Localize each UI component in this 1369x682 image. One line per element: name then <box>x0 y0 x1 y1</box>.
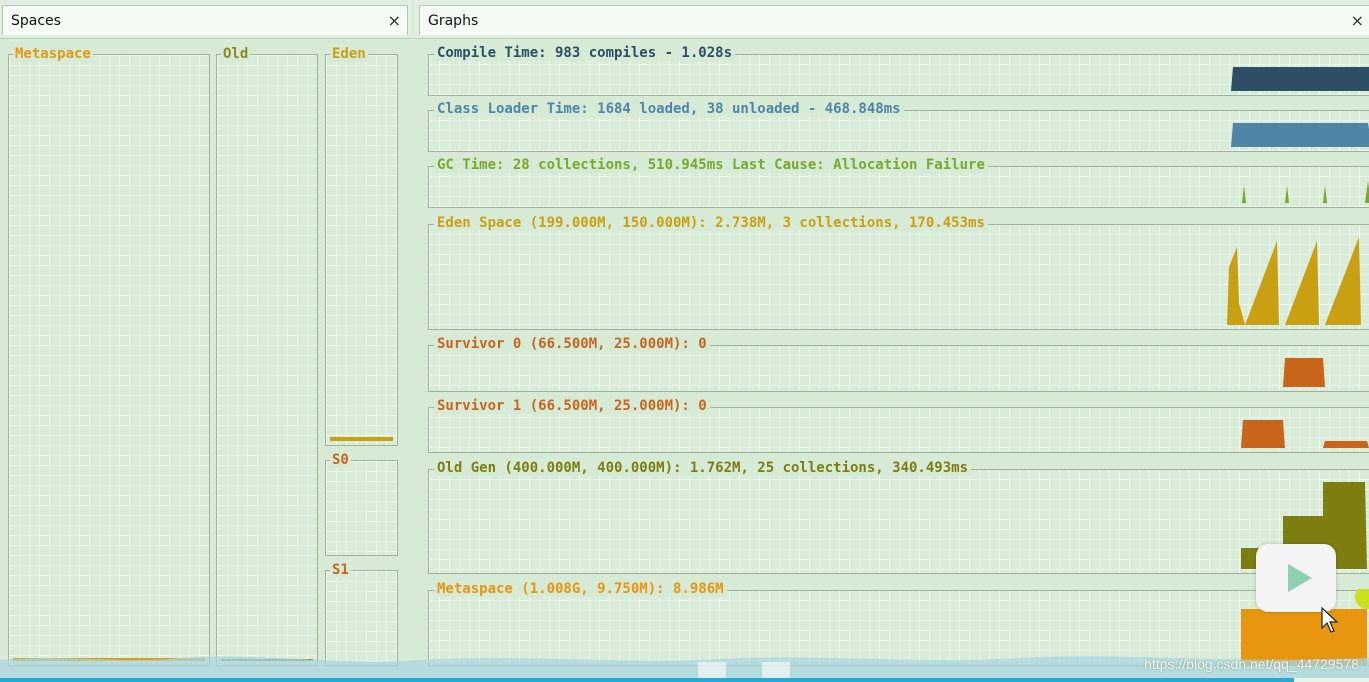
highlight-dot <box>1355 589 1369 609</box>
graph-survivor-0: Survivor 0 (66.500M, 25.000M): 0 <box>428 336 1369 392</box>
gc-spike <box>1365 181 1369 203</box>
close-icon[interactable]: × <box>1351 6 1364 36</box>
tab-spaces-label: Spaces <box>11 13 61 29</box>
eden-space: Eden <box>325 46 398 446</box>
graph-compile-title: Compile Time: 983 compiles - 1.028s <box>434 45 736 61</box>
metaspace-space-label: Metaspace <box>13 46 93 62</box>
classloader-time-plot <box>1231 123 1369 147</box>
graph-metaspace-title: Metaspace (1.008G, 9.750M): 8.986M <box>434 581 727 597</box>
eden-sawtooth <box>1245 241 1279 325</box>
watermark-text: https://blog.csdn.net/qq_44729578 <box>1144 656 1359 672</box>
s0-space-label: S0 <box>330 452 351 468</box>
graph-s0-title: Survivor 0 (66.500M, 25.000M): 0 <box>434 336 710 352</box>
survivor-1-plot <box>1241 420 1369 448</box>
graph-classloader-time: Class Loader Time: 1684 loaded, 38 unloa… <box>428 101 1369 152</box>
graph-old-title: Old Gen (400.000M, 400.000M): 1.762M, 25… <box>434 460 972 476</box>
graph-s1-title: Survivor 1 (66.500M, 25.000M): 0 <box>434 398 710 414</box>
video-progress-bar[interactable] <box>0 678 1369 682</box>
play-button[interactable] <box>1256 543 1336 612</box>
play-icon <box>1273 543 1319 592</box>
compile-time-plot <box>1231 67 1369 91</box>
gc-spike <box>1285 185 1289 203</box>
eden-fill-bar <box>330 437 393 441</box>
gc-spike <box>1242 185 1246 203</box>
tab-graphs[interactable]: Graphs × <box>419 5 1369 35</box>
graph-eden-space: Eden Space (199.000M, 150.000M): 2.738M,… <box>428 215 1369 330</box>
tab-graphs-label: Graphs <box>428 13 479 29</box>
graph-survivor-1: Survivor 1 (66.500M, 25.000M): 0 <box>428 398 1369 453</box>
survivor-0-block <box>1283 358 1325 387</box>
survivor-0-plot <box>1283 358 1325 387</box>
eden-sawtooth <box>1285 241 1319 325</box>
spaces-tabbar: Spaces × <box>0 0 412 39</box>
metaspace-space: Metaspace <box>8 46 210 666</box>
graph-compile-time: Compile Time: 983 compiles - 1.028s <box>428 45 1369 96</box>
eden-sawtooth <box>1325 237 1361 325</box>
compile-time-area <box>1231 67 1369 91</box>
graphs-tabbar: Graphs × <box>414 0 1369 39</box>
graph-gc-time: GC Time: 28 collections, 510.945ms Last … <box>428 157 1369 208</box>
s1-space-label: S1 <box>330 562 351 578</box>
gc-time-plot <box>1242 181 1369 203</box>
old-space: Old <box>216 46 318 666</box>
eden-sawtooth <box>1227 247 1245 325</box>
graph-eden-title: Eden Space (199.000M, 150.000M): 2.738M,… <box>434 215 988 231</box>
graph-gc-title: GC Time: 28 collections, 510.945ms Last … <box>434 157 988 173</box>
eden-space-plot <box>1227 237 1361 325</box>
gc-spike <box>1323 185 1327 203</box>
mouse-cursor-icon <box>1321 606 1339 633</box>
video-progress-fill <box>0 678 1294 682</box>
s0-space: S0 <box>325 452 398 556</box>
tab-spaces[interactable]: Spaces × <box>2 5 408 35</box>
survivor-1-block <box>1323 441 1369 448</box>
graph-old-gen: Old Gen (400.000M, 400.000M): 1.762M, 25… <box>428 460 1369 574</box>
eden-space-label: Eden <box>330 46 368 62</box>
close-icon[interactable]: × <box>388 6 401 36</box>
classloader-time-area <box>1231 123 1369 147</box>
graph-classloader-title: Class Loader Time: 1684 loaded, 38 unloa… <box>434 101 904 117</box>
old-space-label: Old <box>221 46 251 62</box>
survivor-1-block <box>1241 420 1285 448</box>
